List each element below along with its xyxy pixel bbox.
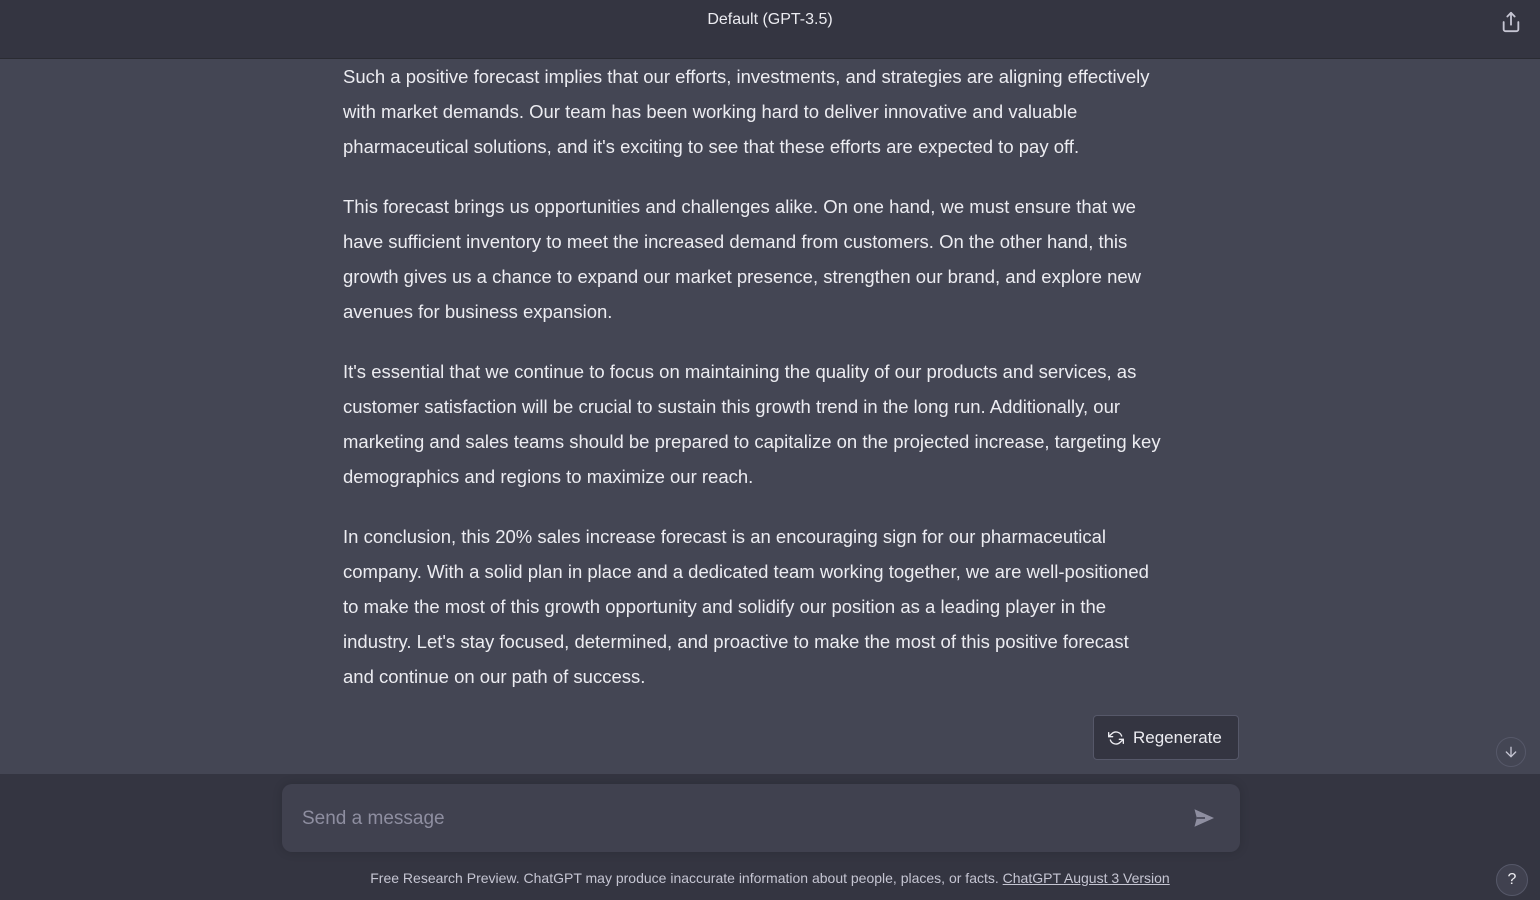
- share-button[interactable]: [1500, 11, 1522, 33]
- version-link[interactable]: ChatGPT August 3 Version: [1003, 870, 1170, 886]
- chat-area[interactable]: Such a positive forecast implies that ou…: [0, 59, 1540, 774]
- model-title[interactable]: Default (GPT-3.5): [0, 11, 1540, 29]
- help-button[interactable]: ?: [1496, 864, 1528, 896]
- scroll-to-bottom-button[interactable]: [1496, 737, 1526, 767]
- send-icon: [1194, 809, 1214, 827]
- assistant-message: Such a positive forecast implies that ou…: [343, 59, 1163, 719]
- regenerate-button[interactable]: Regenerate: [1093, 715, 1239, 760]
- regenerate-label: Regenerate: [1133, 727, 1222, 747]
- send-button[interactable]: [1192, 806, 1218, 832]
- arrow-down-icon: [1505, 746, 1517, 758]
- message-paragraph: It's essential that we continue to focus…: [343, 361, 1161, 487]
- message-paragraph: This forecast brings us opportunities an…: [343, 196, 1142, 322]
- top-bar: Default (GPT-3.5): [0, 0, 1540, 59]
- message-paragraph: In conclusion, this 20% sales increase f…: [343, 526, 1149, 687]
- message-box[interactable]: [282, 784, 1240, 852]
- message-input[interactable]: [300, 798, 1164, 840]
- message-paragraph: Such a positive forecast implies that ou…: [343, 66, 1150, 157]
- composer-area: Free Research Preview. ChatGPT may produ…: [0, 774, 1540, 900]
- disclaimer: Free Research Preview. ChatGPT may produ…: [0, 870, 1540, 886]
- refresh-icon: [1108, 730, 1124, 745]
- disclaimer-text: Free Research Preview. ChatGPT may produ…: [370, 870, 999, 886]
- share-icon: [1502, 11, 1520, 33]
